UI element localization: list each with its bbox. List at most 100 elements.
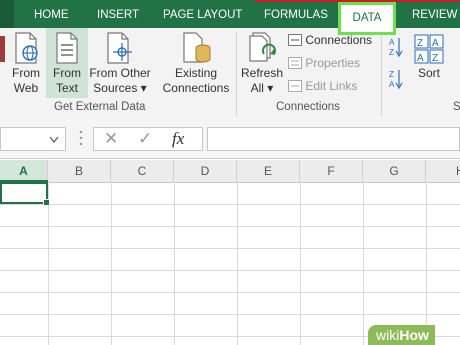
- active-cell[interactable]: [0, 182, 50, 206]
- column-header-d[interactable]: D: [174, 160, 237, 182]
- edit-links-label: Edit Links: [305, 79, 358, 93]
- tab-insert[interactable]: INSERT: [97, 0, 139, 28]
- svg-text:Z: Z: [389, 70, 394, 79]
- grid-line: [48, 182, 49, 345]
- existing-connections-icon: [183, 32, 211, 63]
- column-label: G: [389, 164, 399, 178]
- svg-text:Z: Z: [389, 48, 394, 57]
- from-text-button[interactable]: From Text: [46, 28, 88, 98]
- from-text-line2: Text: [55, 81, 78, 95]
- column-header-row: A B C D E F G H: [0, 160, 460, 183]
- wikihow-watermark: wikiHow: [368, 325, 435, 345]
- grid-line: [0, 226, 460, 227]
- tab-page-layout[interactable]: PAGE LAYOUT: [163, 0, 242, 28]
- refresh-all-button[interactable]: Refresh All ▾: [240, 28, 284, 98]
- column-label: B: [74, 164, 83, 178]
- watermark-prefix: wiki: [376, 327, 400, 343]
- column-label: H: [456, 164, 460, 178]
- column-label: F: [327, 164, 335, 178]
- column-header-h[interactable]: H: [426, 160, 460, 182]
- connections-label: Connections: [305, 33, 373, 47]
- grid-line: [0, 248, 460, 249]
- from-web-line1: From: [12, 66, 40, 80]
- group-label-connections: Connections: [276, 101, 340, 113]
- svg-text:A: A: [432, 38, 439, 49]
- connections-icon: [288, 34, 302, 46]
- refresh-icon: [249, 32, 276, 62]
- existing-connections-button[interactable]: Existing Connections: [159, 28, 233, 98]
- column-header-c[interactable]: C: [111, 160, 174, 182]
- insert-function-icon[interactable]: fx: [172, 129, 184, 149]
- from-web-line2: Web: [13, 81, 39, 95]
- sort-button[interactable]: Z A A Z Sort: [412, 28, 446, 98]
- column-label: C: [137, 164, 147, 178]
- grid-line: [237, 182, 238, 345]
- tab-review[interactable]: REVIEW: [412, 0, 457, 28]
- tab-home[interactable]: HOME: [34, 0, 69, 28]
- column-label: A: [19, 164, 28, 178]
- formula-bar: ✕ ✓ fx: [0, 118, 460, 159]
- enter-icon[interactable]: ✓: [138, 129, 152, 149]
- edit-links-button[interactable]: Edit Links: [288, 79, 357, 93]
- sort-label: Sort: [417, 66, 440, 80]
- from-text-line1: From: [53, 66, 81, 80]
- svg-text:A: A: [389, 38, 395, 47]
- chevron-down-icon[interactable]: [49, 136, 59, 144]
- grid-line: [363, 182, 364, 345]
- svg-text:A: A: [389, 80, 395, 89]
- column-label: D: [200, 164, 210, 178]
- refresh-line1: Refresh: [240, 66, 284, 80]
- refresh-line2: All ▾: [250, 81, 274, 95]
- formula-buttons: ✕ ✓ fx: [93, 127, 203, 151]
- tab-formulas[interactable]: FORMULAS: [264, 0, 328, 28]
- group-separator: [236, 32, 237, 116]
- other-sources-icon: [107, 32, 132, 64]
- cancel-icon[interactable]: ✕: [104, 129, 118, 149]
- connections-button[interactable]: Connections: [288, 33, 372, 47]
- group-label-sort-filter: S: [453, 101, 460, 113]
- existing-line1: Existing: [174, 66, 218, 80]
- tab-data[interactable]: DATA: [338, 2, 396, 35]
- sort-ascending-button[interactable]: A Z: [388, 36, 404, 58]
- dots-icon: [79, 130, 83, 146]
- sort-az-icon: A Z: [389, 38, 403, 58]
- column-header-f[interactable]: F: [300, 160, 363, 182]
- grid-line: [174, 182, 175, 345]
- existing-line2: Connections: [162, 81, 230, 95]
- from-other-sources-button[interactable]: From Other Sources ▾: [89, 28, 151, 98]
- name-box[interactable]: [0, 127, 66, 151]
- fill-handle[interactable]: [43, 199, 50, 206]
- text-file-icon: [56, 32, 78, 64]
- sort-icon: Z A A Z: [414, 34, 444, 64]
- grid-line: [300, 182, 301, 345]
- grid-line: [0, 204, 460, 205]
- from-other-line1: From Other: [89, 66, 151, 80]
- grid-line: [0, 292, 460, 293]
- watermark-suffix: How: [399, 327, 429, 343]
- formula-input[interactable]: [207, 127, 460, 151]
- grid-line: [426, 182, 427, 345]
- from-other-line2: Sources ▾: [93, 81, 147, 95]
- database-icon: [0, 36, 5, 62]
- properties-label: Properties: [305, 56, 361, 70]
- worksheet-grid[interactable]: A B C D E F G H: [0, 160, 460, 345]
- sort-za-icon: Z A: [389, 70, 403, 90]
- from-web-button[interactable]: From Web: [7, 28, 45, 98]
- file-tab-stub[interactable]: [0, 0, 14, 28]
- properties-button[interactable]: Properties: [288, 56, 360, 70]
- column-header-g[interactable]: G: [363, 160, 426, 182]
- column-header-b[interactable]: B: [48, 160, 111, 182]
- column-header-e[interactable]: E: [237, 160, 300, 182]
- properties-icon: [288, 57, 302, 69]
- column-label: E: [263, 164, 272, 178]
- svg-text:Z: Z: [432, 53, 438, 64]
- grid-line: [111, 182, 112, 345]
- ribbon: FromWeb FromText From OtherSources ▾: [0, 28, 460, 119]
- group-separator: [381, 32, 382, 116]
- column-header-a[interactable]: A: [0, 160, 48, 182]
- group-label-get-external-data: Get External Data: [54, 101, 146, 113]
- web-page-icon: [15, 32, 38, 64]
- sort-descending-button[interactable]: Z A: [388, 68, 404, 90]
- from-access-button[interactable]: [0, 28, 6, 96]
- grid-line: [0, 314, 460, 315]
